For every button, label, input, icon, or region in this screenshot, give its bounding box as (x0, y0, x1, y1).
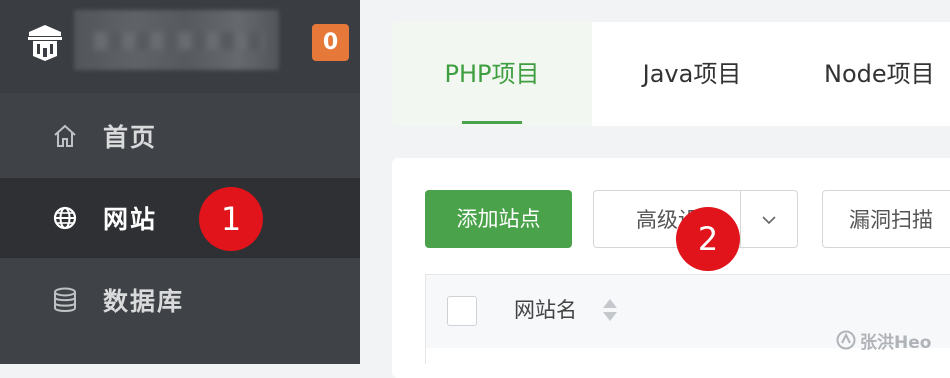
castle-logo-icon (28, 25, 62, 61)
sidebar-item-label: 首页 (103, 123, 158, 152)
watermark-text: 张洪Heo (860, 332, 932, 353)
tab-label: Node项目 (824, 60, 935, 88)
advanced-settings-dropdown[interactable] (740, 190, 798, 248)
vulnerability-scan-button[interactable]: 漏洞扫描 (822, 190, 950, 248)
add-site-button[interactable]: 添加站点 (425, 190, 572, 248)
select-all-checkbox[interactable] (447, 296, 477, 326)
blurred-server-name (74, 10, 279, 70)
notification-count-badge[interactable]: 0 (312, 24, 349, 61)
sidebar-item-database[interactable]: 数据库 (0, 260, 360, 340)
tab-label: PHP项目 (444, 60, 540, 88)
chevron-down-icon (762, 216, 776, 225)
step-marker-2: 2 (676, 207, 740, 271)
tab-php-project[interactable]: PHP项目 (392, 22, 592, 126)
home-icon (54, 124, 76, 147)
sidebar-item-home[interactable]: 首页 (0, 96, 360, 176)
watermark-logo-icon (836, 330, 856, 350)
tab-java-project[interactable]: Java项目 (620, 22, 764, 126)
sidebar-item-label: 网站 (103, 205, 158, 234)
project-tabs: PHP项目 Java项目 Node项目 (392, 22, 950, 126)
sort-icon[interactable] (601, 296, 619, 324)
sidebar-item-label: 数据库 (103, 287, 185, 316)
database-icon (54, 287, 76, 312)
globe-icon (53, 206, 77, 230)
watermark: 张洪Heo (836, 327, 931, 353)
sidebar-header: 0 (0, 0, 360, 93)
active-tab-indicator (462, 121, 522, 124)
tab-node-project[interactable]: Node项目 (824, 22, 950, 126)
sidebar-item-website[interactable]: 网站 (0, 178, 360, 258)
sidebar: 0 首页 网站 数据库 (0, 0, 360, 364)
step-marker-1: 1 (199, 187, 263, 251)
tab-label: Java项目 (642, 60, 742, 88)
column-header-site-name[interactable]: 网站名 (514, 294, 577, 324)
